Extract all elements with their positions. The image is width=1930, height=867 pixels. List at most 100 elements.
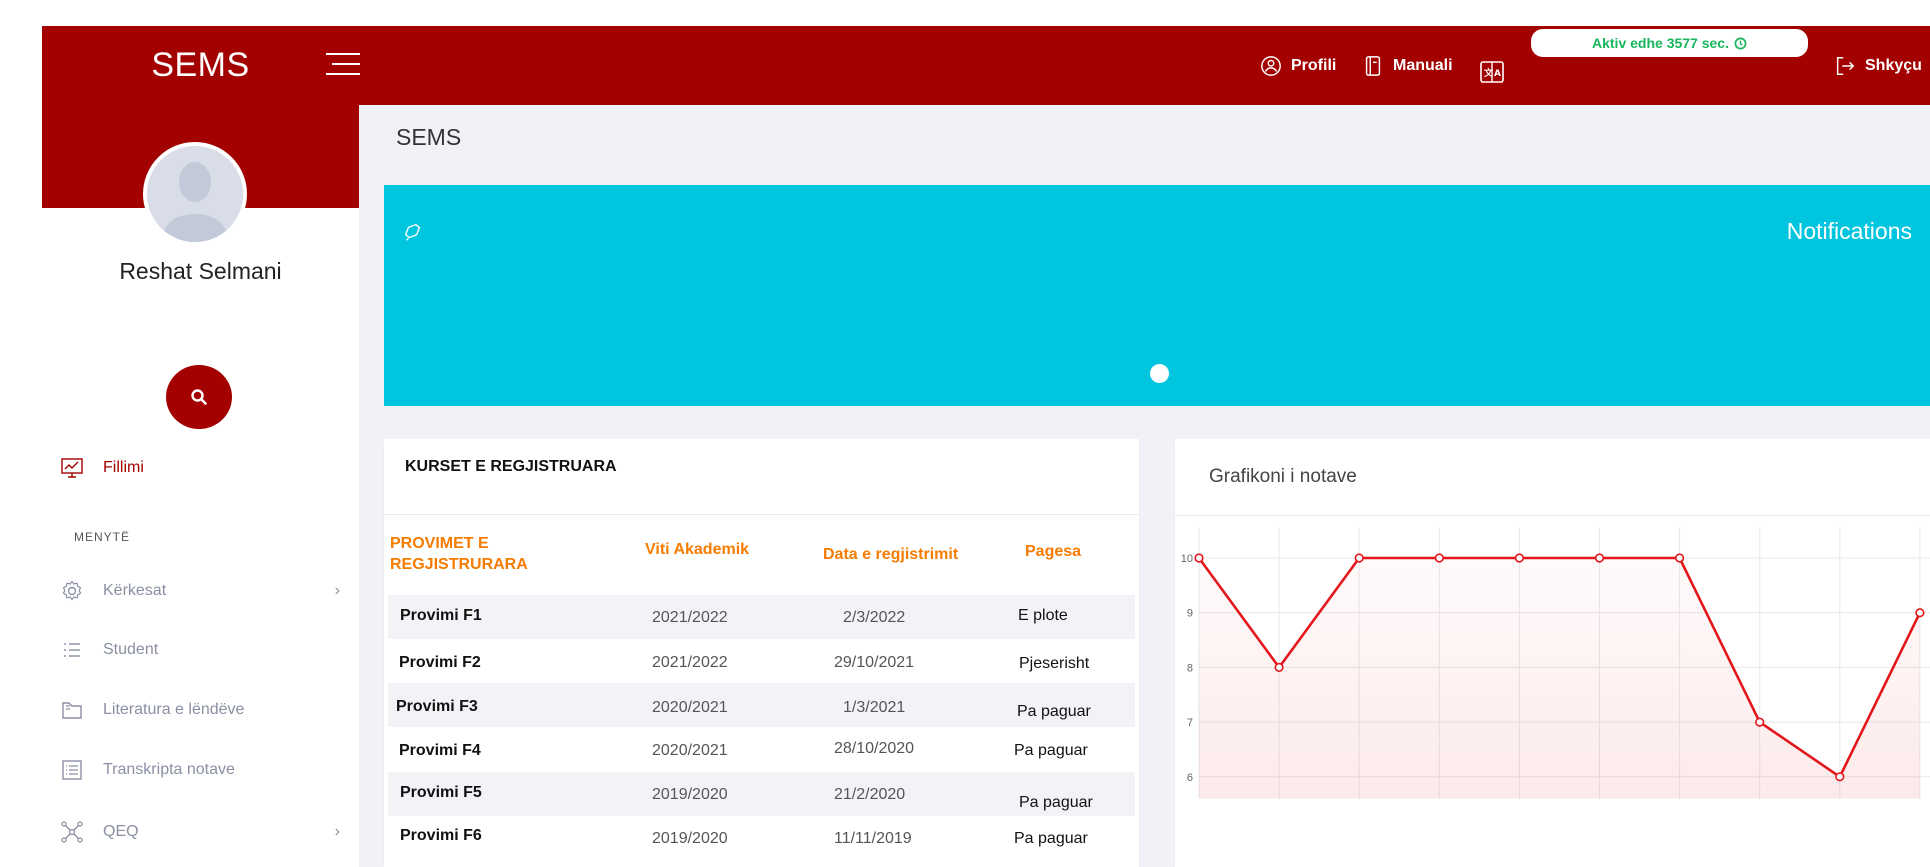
- data-point: [1835, 772, 1845, 782]
- registration-date: 28/10/2020: [834, 740, 915, 757]
- svg-text:文: 文: [1483, 67, 1494, 79]
- top-bar: SEMS Profili Manuali 文 A Aktiv edhe 3577…: [42, 26, 1930, 105]
- header-date: Data e regjistrimit: [823, 546, 959, 563]
- sidebar-item-literature[interactable]: Literatura e lëndëve: [60, 695, 340, 725]
- y-tick-label: 9: [1187, 608, 1193, 620]
- document-list-icon: [62, 760, 82, 780]
- registration-date: 11/11/2019: [834, 830, 912, 847]
- brand-logo[interactable]: SEMS: [42, 26, 359, 105]
- logout-link[interactable]: Shkyçu: [1834, 48, 1922, 84]
- sidebar-item-student[interactable]: Student: [60, 635, 340, 665]
- user-silhouette-icon: [147, 146, 243, 242]
- exam-name: Provimi F3: [396, 698, 478, 715]
- data-point: [1594, 553, 1605, 563]
- table-row[interactable]: Provimi F1 2021/2022 2/3/2022 E plote: [388, 595, 1135, 639]
- chevron-right-icon: ›: [334, 582, 340, 599]
- registration-date: 21/2/2020: [834, 786, 906, 803]
- svg-text:A: A: [1494, 69, 1501, 79]
- sidebar-item-label: Kërkesat: [103, 582, 167, 599]
- exam-name: Provimi F6: [400, 827, 482, 844]
- carousel-indicator[interactable]: [1150, 364, 1169, 383]
- data-point: [1755, 717, 1765, 727]
- avatar[interactable]: [143, 142, 247, 246]
- app-window: SEMS Profili Manuali 文 A Aktiv edhe 3577…: [42, 26, 1930, 867]
- notifications-banner: Notifications: [384, 185, 1930, 406]
- header-payment: Pagesa: [1025, 543, 1082, 560]
- sidebar-item-label: Student: [103, 641, 159, 658]
- notifications-title: Notifications: [1786, 218, 1912, 244]
- y-tick-label: 6: [1187, 772, 1193, 784]
- table-row[interactable]: Provimi F4 2020/2021 28/10/2020 Pa pagua…: [388, 728, 1135, 772]
- sidebar-item-transcript[interactable]: Transkripta notave: [60, 755, 340, 785]
- session-timer-text: Aktiv edhe 3577 sec.: [1592, 35, 1729, 51]
- sidebar-item-label: QEQ: [103, 823, 139, 840]
- registration-date: 29/10/2021: [834, 654, 915, 671]
- data-point: [1514, 553, 1525, 563]
- exam-name: Provimi F4: [399, 742, 481, 759]
- network-icon: [61, 821, 83, 843]
- exam-name: Provimi F1: [400, 607, 482, 624]
- book-icon: [62, 702, 82, 719]
- sidebar-item-home-label: Fillimi: [103, 459, 144, 476]
- data-point: [1354, 553, 1364, 563]
- table-row[interactable]: Provimi F3 2020/2021 1/3/2021 Pa paguar: [388, 683, 1135, 727]
- payment-status: Pa paguar: [1019, 794, 1093, 811]
- academic-year: 2019/2020: [652, 786, 728, 803]
- clock-icon: [1734, 37, 1747, 49]
- profile-label: Profili: [1291, 57, 1337, 74]
- academic-year: 2020/2021: [652, 699, 728, 716]
- search-icon: [191, 389, 207, 405]
- academic-year: 2020/2021: [652, 742, 728, 759]
- payment-status: Pjeserisht: [1019, 655, 1090, 672]
- sidebar-item-requests[interactable]: Kërkesat ›: [60, 576, 340, 606]
- sidebar-item-home[interactable]: Fillimi: [60, 453, 340, 483]
- table-row[interactable]: Provimi F6 2019/2020 11/11/2019 Pa pagua…: [388, 816, 1135, 860]
- card-header: KURSET E REGJISTRUARA: [384, 439, 1139, 515]
- list-icon: [64, 643, 80, 657]
- payment-status: Pa paguar: [1017, 703, 1091, 720]
- profile-icon: [1261, 56, 1281, 76]
- exam-name: Provimi F2: [399, 654, 481, 671]
- chart-title: Grafikoni i notave: [1209, 466, 1357, 487]
- language-icon: 文 A: [1480, 61, 1504, 83]
- header-exams-line2: REGJISTRURARA: [390, 556, 528, 573]
- user-name: Reshat Selmani: [119, 258, 282, 284]
- gear-icon: [62, 580, 82, 601]
- table-row[interactable]: Provimi F5 2019/2020 21/2/2020 Pa paguar: [388, 772, 1135, 816]
- data-point: [1194, 553, 1204, 563]
- session-timer: Aktiv edhe 3577 sec.: [1531, 29, 1808, 57]
- payment-status: Pa paguar: [1014, 830, 1088, 847]
- hamburger-menu-icon[interactable]: [324, 50, 360, 80]
- sidebar: Reshat Selmani Fillimi MENYTË Kërkesat ›: [42, 105, 359, 867]
- sidebar-item-qeq[interactable]: QEQ ›: [60, 817, 340, 847]
- logout-label: Shkyçu: [1865, 57, 1922, 74]
- chart-presentation-icon: [61, 458, 83, 478]
- manual-link[interactable]: Manuali: [1362, 48, 1453, 84]
- chart-area-fill: [1199, 558, 1920, 799]
- registration-date: 2/3/2022: [843, 609, 906, 626]
- header-exams: PROVIMET E REGJISTRURARA: [390, 533, 528, 575]
- registered-courses-card: KURSET E REGJISTRUARA PROVIMET E REGJIST…: [384, 439, 1139, 867]
- chevron-right-icon: ›: [334, 823, 340, 840]
- menu-section-label: MENYTË: [74, 530, 131, 544]
- grades-line-chart: 10 9 8 7 6: [1181, 527, 1930, 799]
- data-point: [1274, 662, 1284, 672]
- manual-label: Manuali: [1393, 57, 1453, 74]
- bell-icon: [404, 223, 421, 241]
- courses-title: KURSET E REGJISTRUARA: [405, 458, 617, 475]
- academic-year: 2021/2022: [652, 654, 728, 671]
- grades-chart-card: Grafikoni i notave 10 9 8 7 6: [1175, 439, 1930, 867]
- profile-link[interactable]: Profili: [1260, 48, 1336, 84]
- sidebar-item-label: Literatura e lëndëve: [103, 701, 245, 718]
- y-tick-label: 8: [1187, 662, 1193, 674]
- language-switcher[interactable]: 文 A: [1479, 54, 1505, 90]
- data-point: [1915, 608, 1925, 618]
- card-header: Grafikoni i notave: [1175, 439, 1930, 516]
- academic-year: 2019/2020: [652, 830, 728, 847]
- header-year: Viti Akademik: [645, 541, 750, 558]
- exam-name: Provimi F5: [400, 784, 482, 801]
- table-row[interactable]: Provimi F2 2021/2022 29/10/2021 Pjeseris…: [388, 639, 1135, 683]
- y-tick-label: 10: [1181, 553, 1193, 565]
- sidebar-item-label: Transkripta notave: [103, 761, 235, 778]
- search-button[interactable]: [166, 365, 232, 429]
